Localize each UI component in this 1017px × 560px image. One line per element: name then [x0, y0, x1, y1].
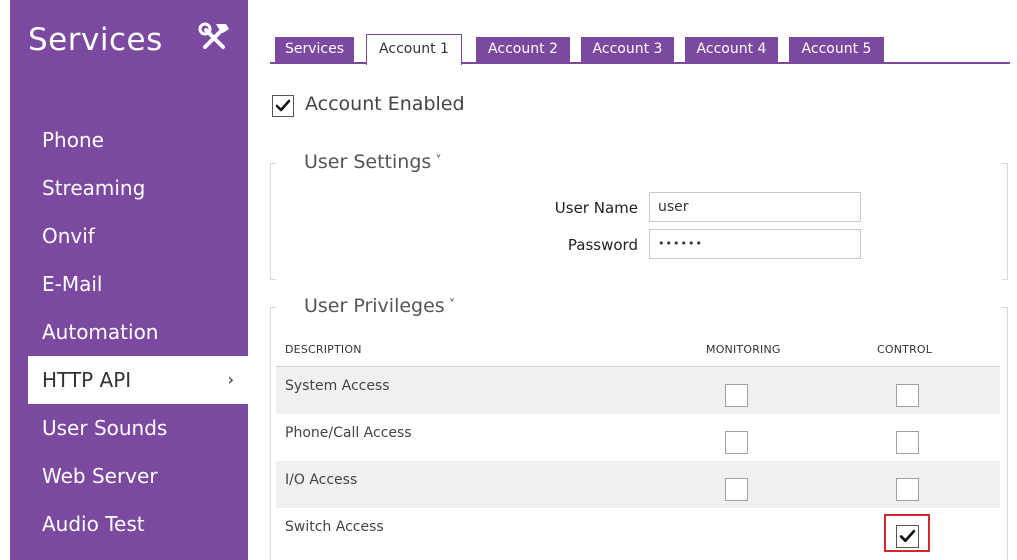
sidebar-item-streaming[interactable]: Streaming: [10, 164, 248, 212]
tab-account-5[interactable]: Account 5: [789, 37, 884, 62]
sidebar-item-automation[interactable]: Automation: [10, 308, 248, 356]
account-enabled-checkbox[interactable]: [272, 95, 294, 117]
user-privileges-title-text: User Privileges: [304, 295, 445, 317]
sidebar-item-label: HTTP API: [42, 368, 132, 392]
sidebar: Services Phone Streaming Onvif E-Mail Au…: [10, 0, 248, 560]
sidebar-item-label: E-Mail: [42, 272, 103, 296]
control-checkbox[interactable]: [896, 478, 919, 501]
sidebar-item-label: Onvif: [42, 224, 95, 248]
sidebar-item-audio-test[interactable]: Audio Test: [10, 500, 248, 548]
sidebar-item-label: User Sounds: [42, 416, 168, 440]
sidebar-item-label: Automation: [42, 320, 159, 344]
sidebar-item-web-server[interactable]: Web Server: [10, 452, 248, 500]
tab-account-2[interactable]: Account 2: [476, 37, 570, 62]
sidebar-item-label: Streaming: [42, 176, 146, 200]
column-header-description: DESCRIPTION: [285, 343, 362, 356]
control-checkbox[interactable]: [896, 384, 919, 407]
user-settings-border-right: [1002, 163, 1008, 280]
control-checkbox[interactable]: [896, 431, 919, 454]
sidebar-item-onvif[interactable]: Onvif: [10, 212, 248, 260]
username-label: User Name: [554, 199, 638, 217]
column-header-control: CONTROL: [877, 343, 933, 356]
user-settings-border-left: [270, 163, 276, 280]
row-label: Phone/Call Access: [285, 425, 412, 441]
column-header-monitoring: MONITORING: [706, 343, 781, 356]
table-row-phone-call-access: Phone/Call Access: [276, 414, 1000, 461]
sidebar-item-email[interactable]: E-Mail: [10, 260, 248, 308]
user-privileges-border-right: [1002, 307, 1008, 560]
password-label: Password: [567, 236, 638, 254]
table-row-io-access: I/O Access: [276, 461, 1000, 508]
tab-account-1[interactable]: Account 1: [366, 34, 462, 65]
row-label: Switch Access: [285, 519, 384, 535]
sidebar-item-label: Phone: [42, 128, 104, 152]
user-privileges-title[interactable]: User Privileges ˅: [298, 295, 462, 317]
sidebar-title: Services: [28, 22, 163, 58]
monitoring-checkbox[interactable]: [725, 431, 748, 454]
tab-account-3[interactable]: Account 3: [581, 37, 674, 62]
password-input[interactable]: ••••••: [649, 229, 861, 259]
table-row-system-access: System Access: [276, 367, 1000, 414]
chevron-down-icon: ˅: [448, 298, 456, 313]
sidebar-item-http-api[interactable]: HTTP API ›: [28, 356, 248, 404]
tab-services[interactable]: Services: [275, 37, 354, 62]
row-label: System Access: [285, 378, 390, 394]
monitoring-checkbox[interactable]: [725, 384, 748, 407]
chevron-right-icon: ›: [227, 370, 234, 389]
sidebar-item-phone[interactable]: Phone: [10, 116, 248, 164]
sidebar-item-label: Audio Test: [42, 512, 145, 536]
user-settings-title[interactable]: User Settings ˅: [298, 151, 448, 173]
sidebar-item-label: Web Server: [42, 464, 158, 488]
checkmark-icon: [275, 99, 291, 112]
tools-icon: [196, 20, 232, 56]
sidebar-item-user-sounds[interactable]: User Sounds: [10, 404, 248, 452]
chevron-down-icon: ˅: [435, 154, 442, 169]
account-enabled-label: Account Enabled: [305, 93, 465, 115]
highlight-box: [884, 514, 930, 552]
username-input[interactable]: user: [649, 192, 861, 222]
row-label: I/O Access: [285, 472, 358, 488]
monitoring-checkbox[interactable]: [725, 478, 748, 501]
tab-account-4[interactable]: Account 4: [685, 37, 778, 62]
user-settings-title-text: User Settings: [304, 151, 432, 173]
account-tabs: Services Account 1 Account 2 Account 3 A…: [270, 34, 1010, 65]
sidebar-nav: Phone Streaming Onvif E-Mail Automation …: [10, 116, 248, 548]
